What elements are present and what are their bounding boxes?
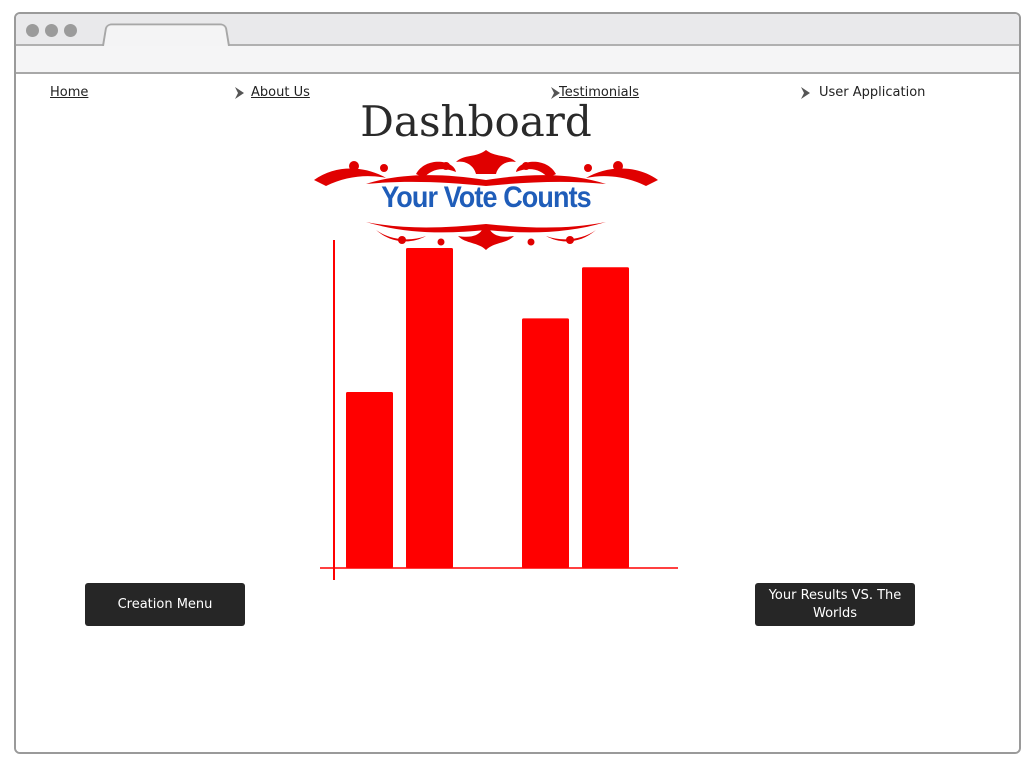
window-control-dot[interactable] xyxy=(26,24,39,37)
nav-link-label: User Application xyxy=(819,85,926,100)
browser-title-bar xyxy=(16,14,1019,46)
results-vs-world-button[interactable]: Your Results VS. The Worlds xyxy=(755,583,915,626)
nav-link-label: About Us xyxy=(251,85,310,100)
creation-menu-button[interactable]: Creation Menu xyxy=(85,583,245,626)
window-control-dot[interactable] xyxy=(45,24,58,37)
chart-bars xyxy=(346,248,629,568)
window-control-dot[interactable] xyxy=(64,24,77,37)
page-viewport: Home About Us Testimonials User Applicat… xyxy=(16,74,1019,752)
chart-bar xyxy=(346,392,393,568)
address-bar[interactable] xyxy=(16,46,1019,74)
browser-window: Home About Us Testimonials User Applicat… xyxy=(14,12,1021,754)
nav-link-label: Home xyxy=(50,85,89,100)
nav-link-about[interactable]: About Us xyxy=(251,85,310,100)
banner-text: Your Vote Counts xyxy=(381,181,592,214)
chart-bar xyxy=(582,267,629,568)
chevron-right-icon xyxy=(235,87,244,99)
chevron-right-icon xyxy=(801,87,810,99)
chart-bar xyxy=(522,318,569,568)
vote-bar-chart xyxy=(316,234,686,584)
chart-bar xyxy=(406,248,453,568)
page-title: Dashboard xyxy=(360,97,592,146)
chart-svg xyxy=(320,240,678,580)
browser-tab[interactable] xyxy=(102,23,230,46)
nav-link-user-application[interactable]: User Application xyxy=(819,85,925,100)
nav-link-home[interactable]: Home xyxy=(50,85,88,100)
